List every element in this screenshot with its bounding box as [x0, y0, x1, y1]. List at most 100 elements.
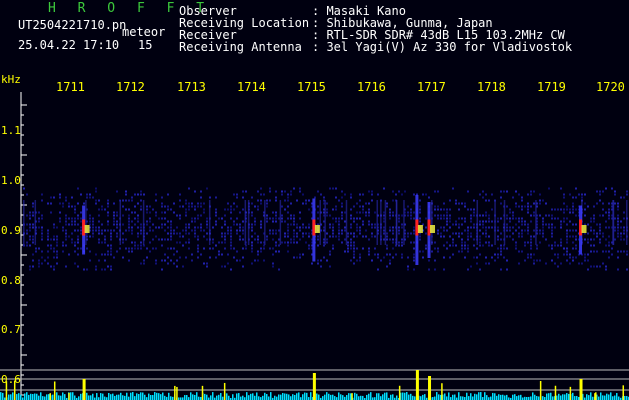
- level-trace-bar: [424, 394, 426, 400]
- noise-pixel: [41, 256, 43, 259]
- noise-pixel: [59, 193, 61, 196]
- noise-pixel: [488, 235, 490, 238]
- level-trace-bar: [168, 392, 170, 400]
- level-trace-bar: [138, 394, 140, 400]
- noise-pixel: [257, 259, 259, 262]
- noise-pixel: [104, 259, 106, 262]
- noise-pixel: [113, 214, 115, 217]
- noise-pixel: [128, 223, 130, 226]
- noise-pixel: [332, 247, 334, 250]
- noise-pixel: [326, 238, 328, 241]
- noise-pixel: [533, 202, 535, 205]
- noise-stripe: [319, 200, 321, 245]
- noise-pixel: [173, 211, 175, 214]
- noise-pixel: [383, 187, 385, 190]
- noise-pixel: [239, 211, 241, 214]
- noise-pixel: [101, 232, 103, 235]
- noise-pixel: [92, 196, 94, 199]
- noise-pixel: [32, 214, 34, 217]
- noise-pixel: [47, 256, 49, 259]
- noise-pixel: [449, 256, 451, 259]
- noise-pixel: [410, 214, 412, 217]
- noise-pixel: [599, 265, 601, 268]
- noise-pixel: [407, 235, 409, 238]
- level-trace-bar: [92, 393, 94, 400]
- noise-pixel: [575, 187, 577, 190]
- noise-pixel: [455, 232, 457, 235]
- noise-pixel: [149, 217, 151, 220]
- noise-pixel: [206, 238, 208, 241]
- level-trace-bar: [410, 393, 412, 400]
- noise-pixel: [500, 253, 502, 256]
- level-trace-bar: [572, 392, 574, 400]
- level-trace-bar: [102, 393, 104, 400]
- noise-pixel: [101, 205, 103, 208]
- noise-pixel: [398, 226, 400, 229]
- noise-pixel: [551, 229, 553, 232]
- level-trace-bar: [384, 392, 386, 400]
- noise-pixel: [572, 241, 574, 244]
- noise-pixel: [314, 196, 316, 199]
- noise-pixel: [77, 214, 79, 217]
- noise-pixel: [110, 244, 112, 247]
- noise-pixel: [521, 208, 523, 211]
- noise-pixel: [398, 217, 400, 220]
- noise-stripe: [208, 200, 211, 245]
- noise-pixel: [599, 226, 601, 229]
- noise-pixel: [287, 235, 289, 238]
- noise-pixel: [554, 241, 556, 244]
- noise-pixel: [566, 250, 568, 253]
- noise-pixel: [236, 193, 238, 196]
- noise-pixel: [500, 247, 502, 250]
- noise-pixel: [65, 220, 67, 223]
- noise-pixel: [497, 238, 499, 241]
- noise-pixel: [221, 226, 223, 229]
- level-trace-bar: [80, 393, 82, 400]
- noise-pixel: [197, 202, 199, 205]
- level-trace-bar: [184, 395, 186, 400]
- level-trace-bar: [600, 392, 602, 400]
- noise-pixel: [419, 205, 421, 208]
- noise-pixel: [410, 241, 412, 244]
- noise-pixel: [197, 226, 199, 229]
- noise-pixel: [38, 217, 40, 220]
- noise-pixel: [425, 217, 427, 220]
- noise-pixel: [590, 229, 592, 232]
- noise-pixel: [545, 202, 547, 205]
- noise-pixel: [491, 208, 493, 211]
- noise-pixel: [50, 247, 52, 250]
- noise-pixel: [584, 214, 586, 217]
- noise-pixel: [230, 205, 232, 208]
- noise-pixel: [80, 211, 82, 214]
- noise-pixel: [50, 238, 52, 241]
- noise-pixel: [173, 247, 175, 250]
- noise-pixel: [107, 223, 109, 226]
- level-peak: [201, 385, 204, 400]
- noise-pixel: [374, 226, 376, 229]
- noise-pixel: [92, 217, 94, 220]
- level-trace-bar: [30, 393, 32, 400]
- level-peak: [554, 385, 557, 400]
- level-trace-bar: [148, 393, 150, 400]
- noise-pixel: [47, 244, 49, 247]
- noise-pixel: [179, 205, 181, 208]
- noise-stripe: [535, 200, 537, 245]
- noise-pixel: [167, 226, 169, 229]
- noise-pixel: [350, 214, 352, 217]
- noise-pixel: [221, 232, 223, 235]
- noise-pixel: [590, 250, 592, 253]
- noise-pixel: [443, 268, 445, 271]
- level-trace-bar: [64, 394, 66, 400]
- noise-pixel: [473, 223, 475, 226]
- noise-pixel: [386, 247, 388, 250]
- level-trace-bar: [240, 396, 242, 400]
- level-trace-bar: [266, 393, 268, 400]
- level-trace-bar: [614, 395, 616, 400]
- noise-pixel: [587, 223, 589, 226]
- noise-pixel: [242, 226, 244, 229]
- noise-pixel: [569, 262, 571, 265]
- noise-pixel: [164, 253, 166, 256]
- noise-pixel: [191, 253, 193, 256]
- noise-pixel: [527, 202, 529, 205]
- noise-pixel: [596, 232, 598, 235]
